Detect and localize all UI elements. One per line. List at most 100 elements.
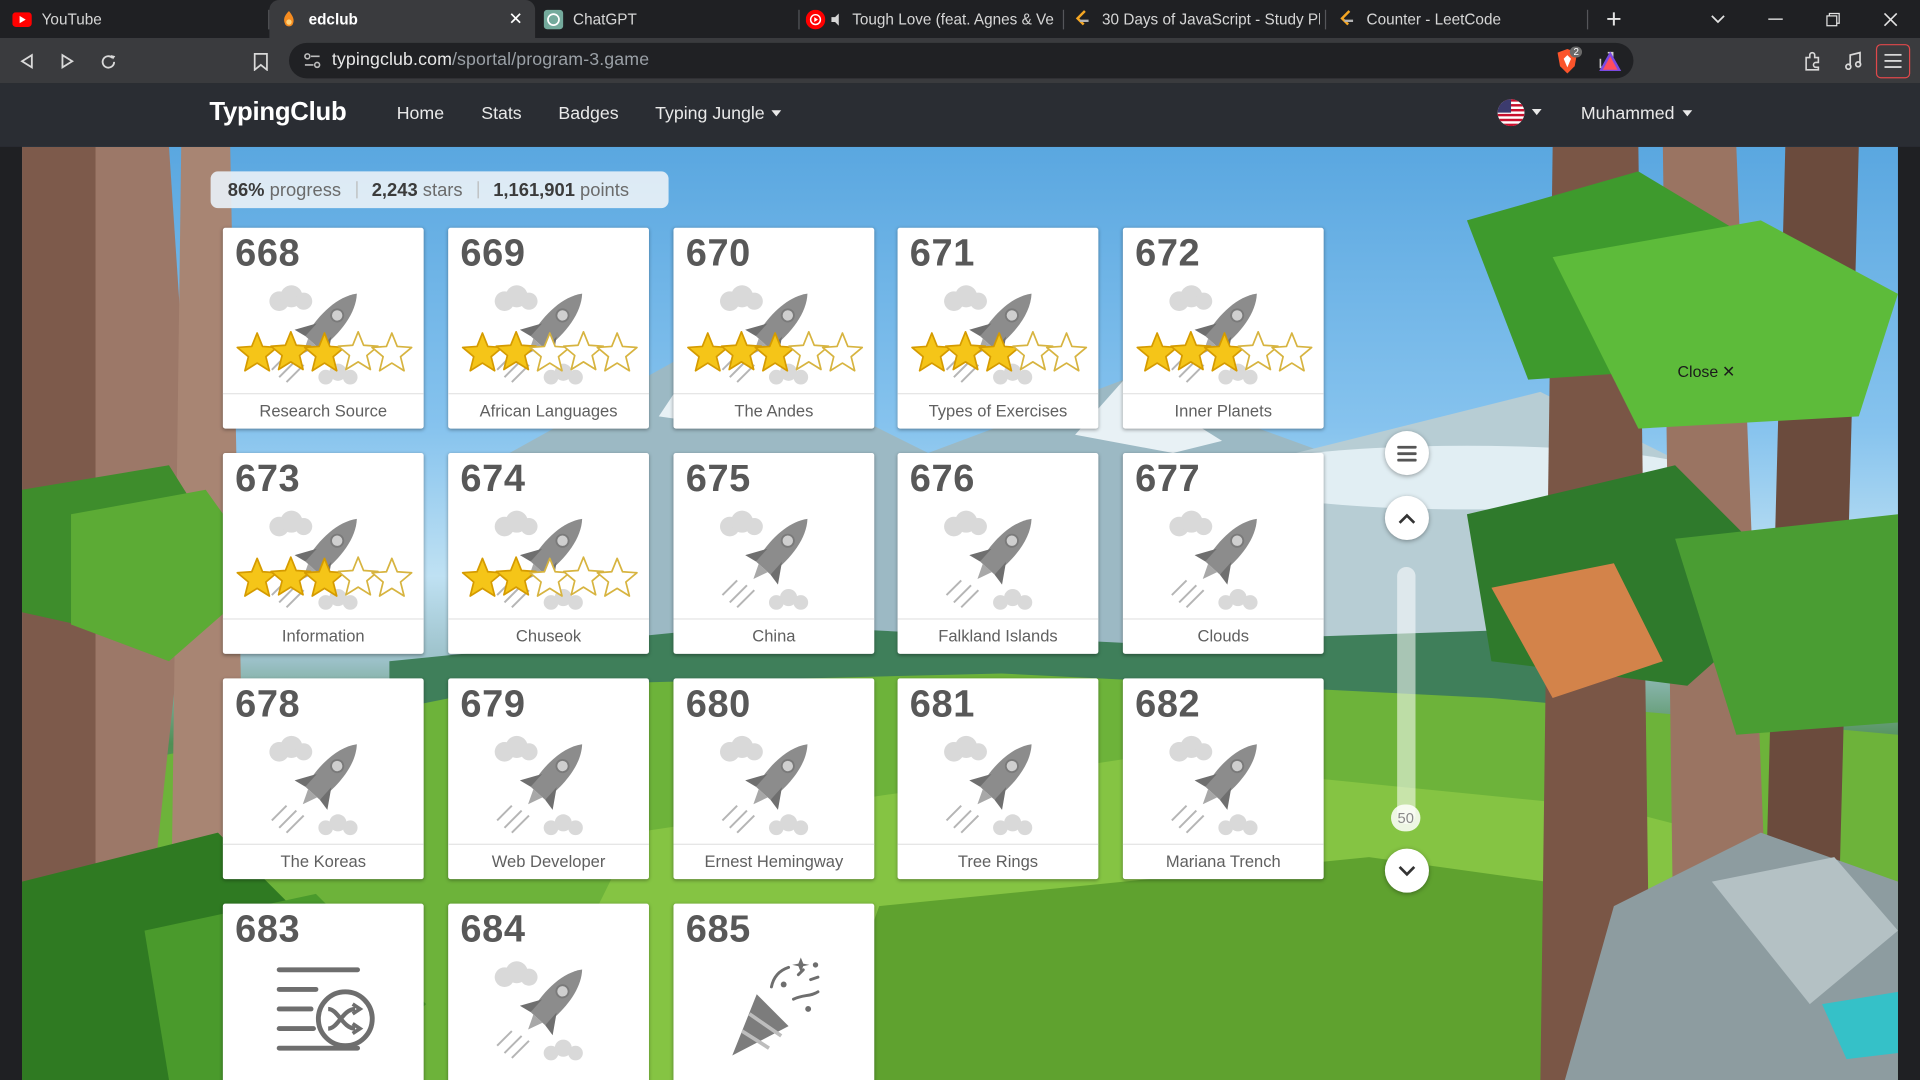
lesson-card-673[interactable]: 673 Information bbox=[222, 453, 424, 654]
tab-counter-leetcode[interactable]: Counter - LeetCode bbox=[1337, 0, 1582, 38]
points-value: 1,161,901 bbox=[493, 179, 575, 201]
site-info-icon[interactable] bbox=[304, 53, 321, 69]
nav-badges[interactable]: Badges bbox=[558, 104, 618, 124]
plus-icon: + bbox=[1605, 3, 1622, 34]
star-rating bbox=[236, 556, 413, 597]
lesson-title: Falkland Islands bbox=[897, 618, 1099, 654]
star-rating bbox=[461, 330, 638, 372]
lesson-title: Web Developer bbox=[448, 843, 649, 880]
nav-typing-jungle[interactable]: Typing Jungle bbox=[655, 104, 782, 124]
speaker-icon[interactable] bbox=[830, 9, 845, 29]
scroll-down-button[interactable] bbox=[1384, 848, 1429, 893]
lesson-number: 685 bbox=[685, 907, 751, 951]
bookmark-button[interactable] bbox=[246, 47, 275, 76]
language-selector[interactable] bbox=[1497, 99, 1542, 127]
lesson-card-683[interactable]: 683 bbox=[222, 903, 424, 1080]
lesson-card-684[interactable]: 684 bbox=[448, 903, 649, 1080]
lesson-card-681[interactable]: 681 Tree Rings bbox=[897, 678, 1099, 880]
youtube-icon bbox=[12, 9, 32, 29]
reload-icon bbox=[101, 54, 115, 68]
star-empty-icon bbox=[371, 332, 413, 372]
lesson-card-679[interactable]: 679 Web Developer bbox=[448, 678, 649, 880]
new-tab-button[interactable]: + bbox=[1586, 0, 1642, 38]
reload-button[interactable] bbox=[93, 47, 122, 76]
lesson-card-678[interactable]: 678 The Koreas bbox=[222, 678, 424, 880]
lesson-card-680[interactable]: 680 Ernest Hemingway bbox=[673, 678, 875, 880]
star-empty-icon bbox=[596, 332, 638, 372]
star-empty-icon bbox=[596, 557, 638, 597]
brave-rewards-button[interactable] bbox=[1596, 47, 1625, 76]
rocket-icon bbox=[487, 725, 609, 840]
menu-button[interactable] bbox=[1384, 431, 1429, 476]
star-empty-icon bbox=[529, 557, 571, 597]
lesson-title: Research Source bbox=[222, 393, 424, 429]
caret-down-icon bbox=[1681, 110, 1692, 117]
close-tab-icon[interactable]: ✕ bbox=[508, 9, 522, 30]
lesson-card-677[interactable]: 677 Clouds bbox=[1122, 453, 1324, 654]
party-popper-icon bbox=[713, 950, 835, 1065]
us-flag-icon bbox=[1497, 99, 1525, 127]
tab-label: Tough Love (feat. Agnes & Ve bbox=[852, 10, 1054, 28]
restore-button[interactable] bbox=[1805, 0, 1861, 38]
shield-count-badge: 2 bbox=[1569, 46, 1583, 58]
nav-home[interactable]: Home bbox=[397, 104, 444, 124]
back-button[interactable] bbox=[12, 47, 41, 76]
browser-toolbar: typingclub.com/sportal/program-3.game 2 bbox=[0, 37, 1920, 84]
rocket-icon bbox=[487, 950, 609, 1065]
forward-icon bbox=[61, 53, 74, 70]
bookmark-icon bbox=[253, 52, 268, 71]
lesson-card-671[interactable]: 671 Types of Exercises bbox=[897, 227, 1099, 429]
lesson-title: African Languages bbox=[448, 393, 649, 429]
lesson-card-670[interactable]: 670 The Andes bbox=[673, 227, 875, 429]
site-logo[interactable]: TypingClub bbox=[209, 98, 346, 127]
lesson-card-672[interactable]: 672 Inner Planets bbox=[1122, 227, 1324, 429]
nav-stats[interactable]: Stats bbox=[481, 104, 521, 124]
star-empty-icon bbox=[371, 557, 413, 597]
progress-value: 86% bbox=[227, 179, 265, 201]
lesson-number: 677 bbox=[1135, 456, 1201, 500]
tab-tough-love[interactable]: Tough Love (feat. Agnes & Ve bbox=[805, 0, 1055, 38]
tab-30-days-js[interactable]: 30 Days of JavaScript - Study Pla bbox=[1073, 0, 1320, 38]
menu-icon bbox=[1397, 445, 1417, 462]
tab-search-button[interactable] bbox=[1690, 0, 1746, 38]
rocket-icon bbox=[937, 725, 1059, 840]
lesson-title: The Koreas bbox=[222, 843, 424, 880]
star-empty-icon bbox=[562, 556, 605, 596]
extensions-button[interactable] bbox=[1798, 47, 1827, 76]
browser-menu-button[interactable] bbox=[1875, 44, 1911, 79]
lesson-card-685[interactable]: 685 bbox=[673, 903, 875, 1080]
tab-youtube[interactable]: YouTube bbox=[12, 0, 263, 38]
points-label: points bbox=[580, 179, 630, 201]
page-margin bbox=[1897, 146, 1920, 1080]
lesson-card-674[interactable]: 674 Chuseok bbox=[448, 453, 649, 654]
rocket-icon bbox=[1162, 500, 1284, 615]
lesson-card-675[interactable]: 675 China bbox=[673, 453, 875, 654]
close-icon: ✕ bbox=[1721, 362, 1736, 381]
tab-edclub[interactable]: edclub ✕ bbox=[269, 0, 536, 38]
lesson-card-676[interactable]: 676 Falkland Islands bbox=[897, 453, 1099, 654]
page-margin bbox=[0, 146, 23, 1080]
star-empty-icon bbox=[562, 330, 605, 371]
close-window-button[interactable] bbox=[1862, 0, 1918, 38]
star-filled-icon bbox=[1170, 330, 1212, 371]
scroll-rail[interactable] bbox=[1397, 566, 1416, 825]
brave-shields-button[interactable]: 2 bbox=[1553, 46, 1583, 76]
lesson-number: 674 bbox=[460, 456, 526, 500]
minimize-button[interactable] bbox=[1747, 0, 1803, 38]
forward-button[interactable] bbox=[53, 47, 82, 76]
scroll-up-button[interactable] bbox=[1384, 495, 1429, 541]
hamburger-icon bbox=[1884, 53, 1902, 68]
divider bbox=[355, 181, 358, 199]
lesson-card-668[interactable]: 668 Research Source bbox=[222, 227, 424, 429]
progress-summary: 86% progress 2,243 stars 1,161,901 point… bbox=[210, 171, 669, 209]
lesson-card-669[interactable]: 669 African Languages bbox=[448, 227, 649, 429]
close-link[interactable]: Close ✕ bbox=[1678, 362, 1736, 382]
address-bar[interactable]: typingclub.com/sportal/program-3.game bbox=[288, 42, 1634, 79]
user-menu[interactable]: Muhammed bbox=[1581, 104, 1692, 124]
lesson-card-682[interactable]: 682 Mariana Trench bbox=[1122, 678, 1324, 880]
tab-chatgpt[interactable]: ChatGPT bbox=[543, 0, 795, 38]
nav-typing-jungle-label: Typing Jungle bbox=[655, 104, 765, 124]
star-filled-icon bbox=[303, 557, 346, 597]
rocket-icon bbox=[1162, 725, 1284, 840]
media-button[interactable] bbox=[1838, 47, 1867, 76]
